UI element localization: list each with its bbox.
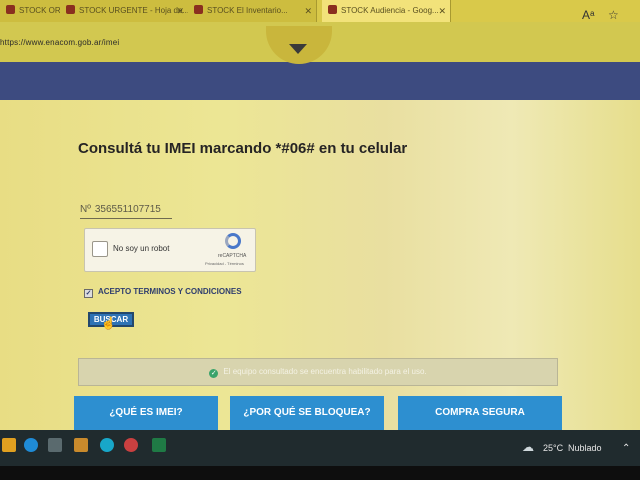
imei-prefix-label: Nº — [80, 204, 91, 215]
recaptcha-logo-icon — [225, 233, 241, 249]
read-aloud-icon[interactable]: Aᵃ — [582, 8, 594, 22]
chrome-browser-icon[interactable] — [124, 438, 138, 452]
monitor-bezel — [0, 466, 640, 480]
sheets-favicon-icon — [194, 5, 203, 14]
safe-purchase-button[interactable]: COMPRA SEGURA — [398, 396, 562, 430]
imei-value[interactable]: 356551107715 — [95, 204, 161, 215]
weather-description[interactable]: Nublado — [568, 443, 602, 453]
excel-icon[interactable] — [152, 438, 166, 452]
folder-icon[interactable] — [74, 438, 88, 452]
what-is-imei-button[interactable]: ¿QUÉ ES IMEI? — [74, 396, 218, 430]
close-tab-icon[interactable]: ✕ — [304, 0, 312, 22]
terms-checkbox[interactable]: ✓ — [84, 289, 93, 298]
browser-tab-3[interactable]: STOCK El Inventario... ✕ — [188, 0, 317, 22]
cloud-weather-icon[interactable]: ☁ — [522, 440, 534, 454]
site-header-bar — [0, 62, 640, 102]
sheets-favicon-icon — [66, 5, 75, 14]
imei-input[interactable]: Nº 356551107715 — [80, 204, 172, 219]
close-tab-icon[interactable]: ✕ — [438, 0, 446, 22]
why-blocked-button[interactable]: ¿POR QUÉ SE BLOQUEA? — [230, 396, 384, 430]
hand-cursor-icon: ☝ — [101, 316, 116, 330]
chevron-up-icon[interactable]: ⌃ — [622, 443, 630, 454]
recaptcha-checkbox[interactable] — [92, 241, 108, 257]
file-explorer-icon[interactable] — [2, 438, 16, 452]
recaptcha-label: No soy un robot — [113, 244, 170, 253]
favorite-star-icon[interactable]: ☆ — [608, 8, 619, 22]
recaptcha-links[interactable]: Privacidad - Términos — [205, 261, 244, 266]
close-tab-icon[interactable]: ✕ — [176, 0, 184, 22]
terms-checkbox-row[interactable]: ✓ ACEPTO TERMINOS Y CONDICIONES — [84, 287, 242, 298]
windows-taskbar: ☁ 25°C Nublado ⌃ — [0, 430, 640, 466]
url-field[interactable]: https://www.enacom.gob.ar/imei — [0, 38, 119, 47]
recaptcha-widget: No soy un robot reCAPTCHA Privacidad - T… — [84, 228, 256, 272]
sheets-favicon-icon — [328, 5, 337, 14]
page-title: Consultá tu IMEI marcando *#06# en tu ce… — [78, 140, 408, 157]
result-message: El equipo consultado se encuentra habili… — [223, 367, 427, 376]
weather-temperature[interactable]: 25°C — [543, 443, 563, 453]
terms-label: ACEPTO TERMINOS Y CONDICIONES — [98, 287, 242, 296]
app-circle-icon[interactable] — [100, 438, 114, 452]
calculator-icon[interactable] — [48, 438, 62, 452]
browser-tab-2[interactable]: STOCK URGENTE - Hoja de... ✕ — [60, 0, 189, 22]
browser-tab-4[interactable]: STOCK Audiencia - Goog... ✕ — [322, 0, 451, 22]
recaptcha-brand: reCAPTCHA — [218, 253, 247, 259]
sheets-favicon-icon — [6, 5, 15, 14]
page-content: Consultá tu IMEI marcando *#06# en tu ce… — [0, 100, 640, 430]
check-circle-icon: ✓ — [209, 369, 219, 378]
result-banner: ✓ El equipo consultado se encuentra habil… — [78, 358, 558, 386]
browser-tab-bar: STOCK ORIGINAL - Hoja de... ✕ STOCK URGE… — [0, 0, 640, 22]
edge-browser-icon[interactable] — [24, 438, 38, 452]
